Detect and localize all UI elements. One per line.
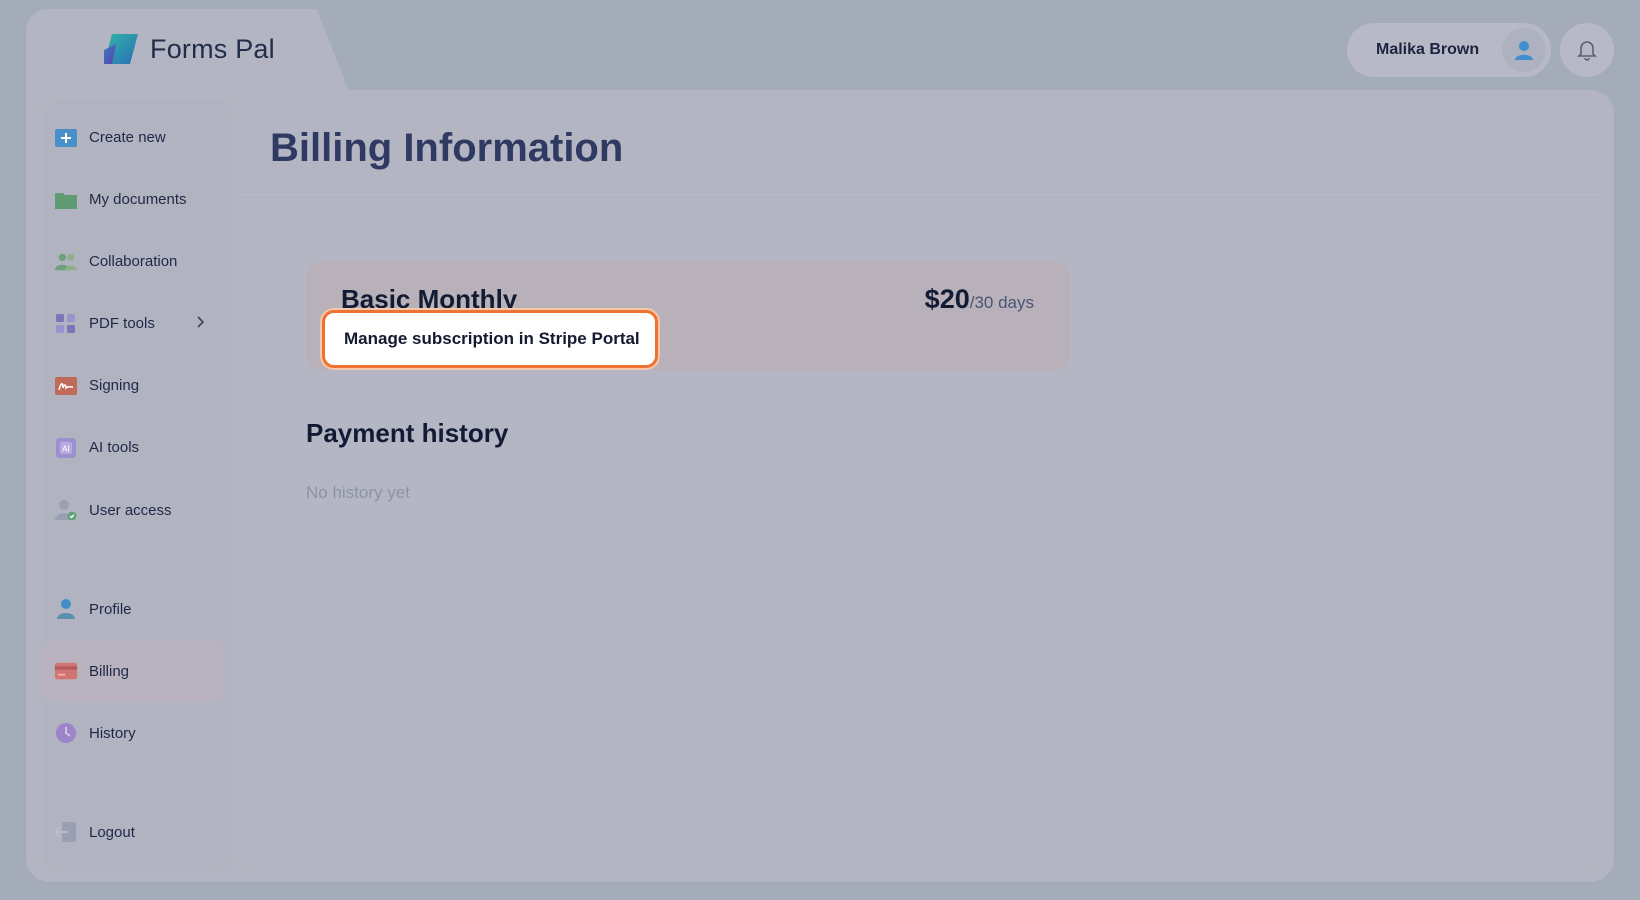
sidebar-item-ai-tools[interactable]: AI AI tools	[43, 417, 224, 479]
sidebar-item-collaboration[interactable]: Collaboration	[43, 231, 224, 293]
users-icon	[54, 250, 78, 274]
sidebar-item-user-access[interactable]: User access	[43, 479, 224, 541]
forms-pal-logo-icon	[104, 34, 138, 64]
folder-icon	[54, 188, 78, 212]
clock-icon	[54, 721, 78, 745]
user-menu-button[interactable]: Malika Brown	[1347, 23, 1551, 77]
plan-price-period: /30 days	[969, 293, 1034, 312]
sidebar-item-pdf-tools[interactable]: PDF tools	[43, 293, 224, 355]
payment-history-title: Payment history	[306, 418, 509, 448]
grid-icon	[54, 312, 78, 336]
sidebar-item-signing[interactable]: Signing	[43, 355, 224, 417]
sidebar-item-create-new[interactable]: Create new	[43, 107, 224, 169]
brand-logo[interactable]: Forms Pal	[102, 32, 275, 66]
sidebar-item-profile[interactable]: Profile	[43, 578, 224, 640]
sidebar-item-billing[interactable]: Billing	[43, 640, 224, 702]
plus-square-icon	[54, 126, 78, 150]
manage-subscription-button[interactable]: Manage subscription in Stripe Portal	[322, 310, 658, 368]
ai-icon: AI	[54, 436, 78, 460]
main-content: Billing Information Basic Monthly $20/30…	[242, 100, 1604, 872]
title-bar: Billing Information	[242, 100, 1604, 198]
sidebar: Create new My documents Collaboration PD…	[43, 100, 234, 872]
logout-icon	[54, 820, 78, 844]
plan-price-amount: $20	[924, 284, 970, 314]
subscription-card: Basic Monthly $20/30 days Manage subscri…	[306, 262, 1070, 370]
sidebar-item-history[interactable]: History	[43, 702, 224, 764]
payment-history-empty: No history yet	[306, 483, 410, 502]
brand-name: Forms Pal	[150, 33, 275, 64]
plan-price: $20/30 days	[925, 284, 1034, 315]
page-title: Billing Information	[270, 126, 624, 170]
signature-icon	[54, 374, 78, 398]
user-avatar-icon	[1502, 28, 1546, 72]
user-name: Malika Brown	[1376, 41, 1480, 58]
bell-icon	[1577, 41, 1597, 61]
sidebar-item-logout[interactable]: Logout	[43, 801, 224, 863]
chevron-right-icon	[197, 316, 205, 328]
user-icon	[54, 597, 78, 621]
user-check-icon	[54, 498, 78, 522]
credit-card-icon	[54, 659, 78, 683]
sidebar-item-my-documents[interactable]: My documents	[43, 169, 224, 231]
notifications-button[interactable]	[1560, 23, 1614, 77]
svg-text:AI: AI	[62, 444, 70, 453]
